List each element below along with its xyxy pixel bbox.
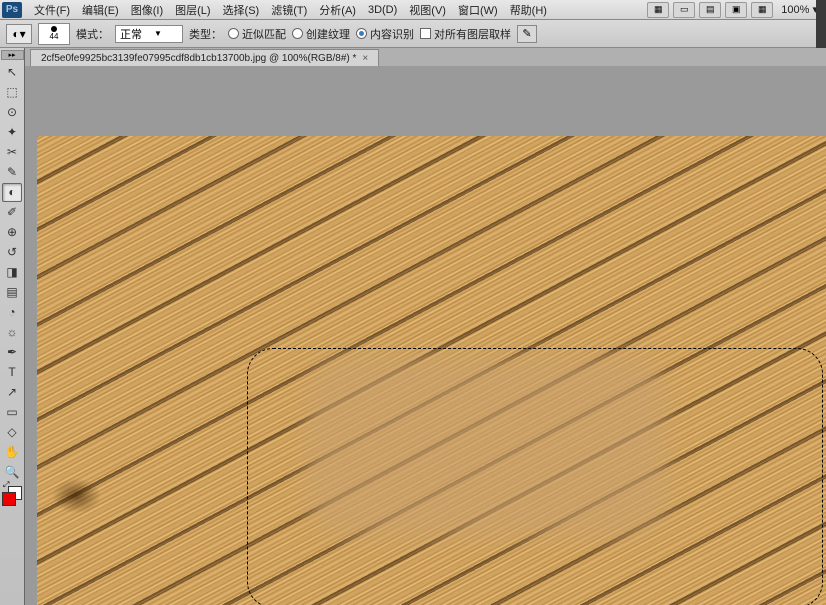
radio-label: 近似匹配: [242, 26, 286, 42]
menu-analysis[interactable]: 分析(A): [313, 0, 362, 20]
menu-right-group: ▦ ▭ ▤ ▣ ▦ 100% ▾: [647, 2, 826, 18]
lasso-tool[interactable]: ⊙: [2, 103, 22, 122]
brush-tool[interactable]: ✐: [2, 203, 22, 222]
check-label: 对所有图层取样: [434, 26, 511, 42]
canvas[interactable]: [37, 136, 826, 605]
mode-label: 模式：: [76, 26, 109, 42]
brush-size: 44: [50, 32, 59, 41]
checkbox-icon: [420, 28, 431, 39]
panel-edge: [816, 0, 826, 48]
pressure-icon[interactable]: ✎: [517, 25, 537, 43]
document-area: 2cf5e0fe9925bc3139fe07995cdf8db1cb13700b…: [25, 48, 826, 605]
tool-preset-icon[interactable]: ◐▾: [6, 24, 32, 44]
marquee-selection[interactable]: [247, 348, 823, 605]
mode-value: 正常: [120, 26, 142, 42]
close-icon[interactable]: ×: [362, 53, 368, 64]
menu-layer[interactable]: 图层(L): [169, 0, 216, 20]
work-area: ▸▸ ↖ ⬚ ⊙ ✦ ✂ ✎ ◐ ✐ ⊕ ↺ ◨ ▤ ◔ ☼ ✒ T ↗ ▭ ◇…: [0, 48, 826, 605]
radio-icon: [228, 28, 239, 39]
canvas-viewport[interactable]: [25, 66, 826, 605]
document-tab-title: 2cf5e0fe9925bc3139fe07995cdf8db1cb13700b…: [41, 53, 356, 64]
healing-brush-tool[interactable]: ◐: [2, 183, 22, 202]
app-logo: Ps: [2, 2, 22, 18]
move-tool[interactable]: ↖: [2, 63, 22, 82]
gradient-tool[interactable]: ▤: [2, 283, 22, 302]
marquee-tool[interactable]: ⬚: [2, 83, 22, 102]
radio-label: 内容识别: [370, 26, 414, 42]
chevron-down-icon: ▼: [154, 29, 162, 38]
shape-tool[interactable]: ▭: [2, 403, 22, 422]
screen-mode-icon[interactable]: ▭: [673, 2, 695, 18]
radio-proximity-match[interactable]: 近似匹配: [228, 26, 286, 42]
radio-icon: [292, 28, 303, 39]
blur-tool[interactable]: ◔: [2, 303, 22, 322]
foreground-color-swatch[interactable]: [2, 492, 16, 506]
menu-3d[interactable]: 3D(D): [362, 2, 403, 18]
wand-tool[interactable]: ✦: [2, 123, 22, 142]
brush-preset-picker[interactable]: 44: [38, 23, 70, 45]
radio-create-texture[interactable]: 创建纹理: [292, 26, 350, 42]
guides-icon[interactable]: ▦: [751, 2, 773, 18]
tool-panel: ▸▸ ↖ ⬚ ⊙ ✦ ✂ ✎ ◐ ✐ ⊕ ↺ ◨ ▤ ◔ ☼ ✒ T ↗ ▭ ◇…: [0, 48, 25, 605]
history-brush-tool[interactable]: ↺: [2, 243, 22, 262]
menu-image[interactable]: 图像(I): [125, 0, 169, 20]
3d-tool[interactable]: ◇: [2, 423, 22, 442]
color-swatches[interactable]: ⤢: [1, 486, 23, 510]
zoom-tool[interactable]: 🔍: [2, 463, 22, 482]
hand-tool[interactable]: ✋: [2, 443, 22, 462]
check-sample-all-layers[interactable]: 对所有图层取样: [420, 26, 511, 42]
radio-icon: [356, 28, 367, 39]
extras-icon[interactable]: ▣: [725, 2, 747, 18]
crop-tool[interactable]: ✂: [2, 143, 22, 162]
eraser-tool[interactable]: ◨: [2, 263, 22, 282]
menu-help[interactable]: 帮助(H): [504, 0, 553, 20]
options-bar: ◐▾ 44 模式： 正常 ▼ 类型： 近似匹配 创建纹理 内容识别 对所有图层取…: [0, 20, 826, 48]
document-tab[interactable]: 2cf5e0fe9925bc3139fe07995cdf8db1cb13700b…: [30, 49, 379, 66]
menu-filter[interactable]: 滤镜(T): [265, 0, 313, 20]
document-tab-bar: 2cf5e0fe9925bc3139fe07995cdf8db1cb13700b…: [25, 48, 826, 66]
path-select-tool[interactable]: ↗: [2, 383, 22, 402]
arrange-icon[interactable]: ▤: [699, 2, 721, 18]
menu-edit[interactable]: 编辑(E): [76, 0, 125, 20]
mode-dropdown[interactable]: 正常 ▼: [115, 25, 183, 43]
dodge-tool[interactable]: ☼: [2, 323, 22, 342]
type-label: 类型：: [189, 26, 222, 42]
radio-label: 创建纹理: [306, 26, 350, 42]
menu-file[interactable]: 文件(F): [28, 0, 76, 20]
toolbar-expand-icon[interactable]: ▸▸: [1, 50, 24, 60]
zoom-value: 100%: [781, 4, 809, 16]
menu-bar: Ps 文件(F) 编辑(E) 图像(I) 图层(L) 选择(S) 滤镜(T) 分…: [0, 0, 826, 20]
pen-tool[interactable]: ✒: [2, 343, 22, 362]
view-mode-icon[interactable]: ▦: [647, 2, 669, 18]
menu-select[interactable]: 选择(S): [217, 0, 266, 20]
menu-view[interactable]: 视图(V): [403, 0, 452, 20]
type-tool[interactable]: T: [2, 363, 22, 382]
eyedropper-tool[interactable]: ✎: [2, 163, 22, 182]
menu-window[interactable]: 窗口(W): [452, 0, 504, 20]
stamp-tool[interactable]: ⊕: [2, 223, 22, 242]
radio-content-aware[interactable]: 内容识别: [356, 26, 414, 42]
